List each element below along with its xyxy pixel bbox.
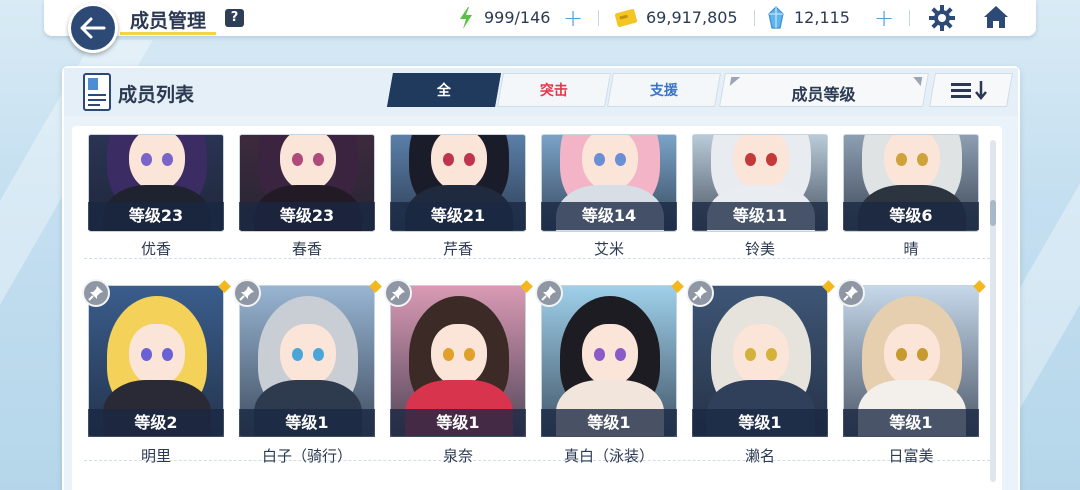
pin-icon[interactable] bbox=[535, 279, 563, 307]
tab-all[interactable]: 全 bbox=[387, 73, 501, 107]
pin-icon[interactable] bbox=[686, 279, 714, 307]
student-name: 真白（泳装） bbox=[563, 447, 654, 465]
student-name: 日富美 bbox=[888, 447, 934, 465]
sort-order-button[interactable] bbox=[929, 73, 1013, 107]
help-button[interactable]: ? bbox=[225, 9, 244, 27]
student-card[interactable]: 等级2 明里 bbox=[82, 279, 231, 470]
student-level: 等级1 bbox=[541, 409, 677, 437]
student-name: 优香 bbox=[140, 240, 171, 258]
divider bbox=[754, 10, 755, 26]
page-title: 成员管理 bbox=[130, 10, 207, 32]
student-card[interactable]: 等级23 春香 bbox=[239, 134, 375, 262]
tab-special-label: 支援 bbox=[649, 83, 678, 99]
pyroxene-gem-icon bbox=[768, 6, 784, 29]
tab-striker[interactable]: 突击 bbox=[497, 73, 611, 107]
add-gems-button[interactable]: + bbox=[874, 4, 894, 32]
student-level: 等级1 bbox=[390, 409, 526, 437]
student-card[interactable]: 等级1 白子（骑行） bbox=[233, 279, 382, 470]
lightning-icon bbox=[460, 7, 472, 29]
divider bbox=[909, 10, 910, 26]
pin-icon[interactable] bbox=[837, 279, 865, 307]
sort-descending-icon bbox=[951, 81, 987, 100]
panel-title: 成员列表 bbox=[118, 84, 195, 106]
student-name: 春香 bbox=[291, 240, 322, 258]
pin-icon[interactable] bbox=[82, 279, 110, 307]
student-name: 芹香 bbox=[442, 240, 473, 258]
student-level: 等级14 bbox=[541, 202, 677, 230]
student-level: 等级1 bbox=[692, 409, 828, 437]
gems-value: 12,115 bbox=[794, 8, 850, 27]
student-level: 等级2 bbox=[88, 409, 224, 437]
student-name: 明里 bbox=[140, 447, 171, 465]
student-level: 等级1 bbox=[843, 409, 979, 437]
student-level: 等级23 bbox=[239, 202, 375, 230]
tab-special[interactable]: 支援 bbox=[607, 73, 721, 107]
gear-icon[interactable] bbox=[929, 5, 955, 31]
student-name: 铃美 bbox=[744, 240, 775, 258]
student-card[interactable]: 等级1 濑名 bbox=[686, 279, 835, 470]
credit-card-icon bbox=[614, 9, 638, 27]
student-name: 濑名 bbox=[744, 447, 775, 465]
student-card[interactable]: 等级11 铃美 bbox=[692, 134, 828, 262]
student-card[interactable]: 等级21 芹香 bbox=[390, 134, 526, 262]
scrollbar[interactable] bbox=[990, 140, 996, 482]
student-name: 艾米 bbox=[593, 240, 624, 258]
tab-all-label: 全 bbox=[436, 83, 451, 99]
student-level: 等级11 bbox=[692, 202, 828, 230]
student-level: 等级23 bbox=[88, 202, 224, 230]
title-underline bbox=[120, 32, 216, 35]
credits-value: 69,917,805 bbox=[646, 8, 738, 27]
back-button[interactable] bbox=[68, 3, 118, 53]
student-name: 泉奈 bbox=[442, 447, 473, 465]
pin-icon[interactable] bbox=[233, 279, 261, 307]
student-name: 白子（骑行） bbox=[261, 447, 352, 465]
sort-dropdown[interactable]: 成员等级 bbox=[719, 73, 929, 107]
student-card[interactable]: 等级1 泉奈 bbox=[384, 279, 533, 470]
student-level: 等级6 bbox=[843, 202, 979, 230]
arrow-left-icon bbox=[80, 17, 106, 39]
scrollbar-thumb[interactable] bbox=[990, 200, 996, 226]
stamina-value: 999/146 bbox=[484, 8, 551, 27]
student-level: 等级1 bbox=[239, 409, 375, 437]
student-card[interactable]: 等级23 优香 bbox=[88, 134, 224, 262]
student-card[interactable]: 等级1 日富美 bbox=[837, 279, 986, 470]
tab-striker-label: 突击 bbox=[539, 83, 568, 99]
sort-label: 成员等级 bbox=[791, 85, 856, 104]
student-name: 晴 bbox=[903, 240, 919, 258]
divider bbox=[598, 10, 599, 26]
student-card[interactable]: 等级1 真白（泳装） bbox=[535, 279, 684, 470]
dropdown-corner-icon bbox=[911, 77, 923, 86]
student-card[interactable]: 等级14 艾米 bbox=[541, 134, 677, 262]
add-stamina-button[interactable]: + bbox=[563, 4, 583, 32]
student-list-icon bbox=[83, 73, 111, 111]
student-level: 等级21 bbox=[390, 202, 526, 230]
pin-icon[interactable] bbox=[384, 279, 412, 307]
student-card[interactable]: 等级6 晴 bbox=[843, 134, 979, 262]
filter-tabs: 全 突击 支援 bbox=[387, 73, 721, 107]
home-icon[interactable] bbox=[982, 4, 1010, 30]
